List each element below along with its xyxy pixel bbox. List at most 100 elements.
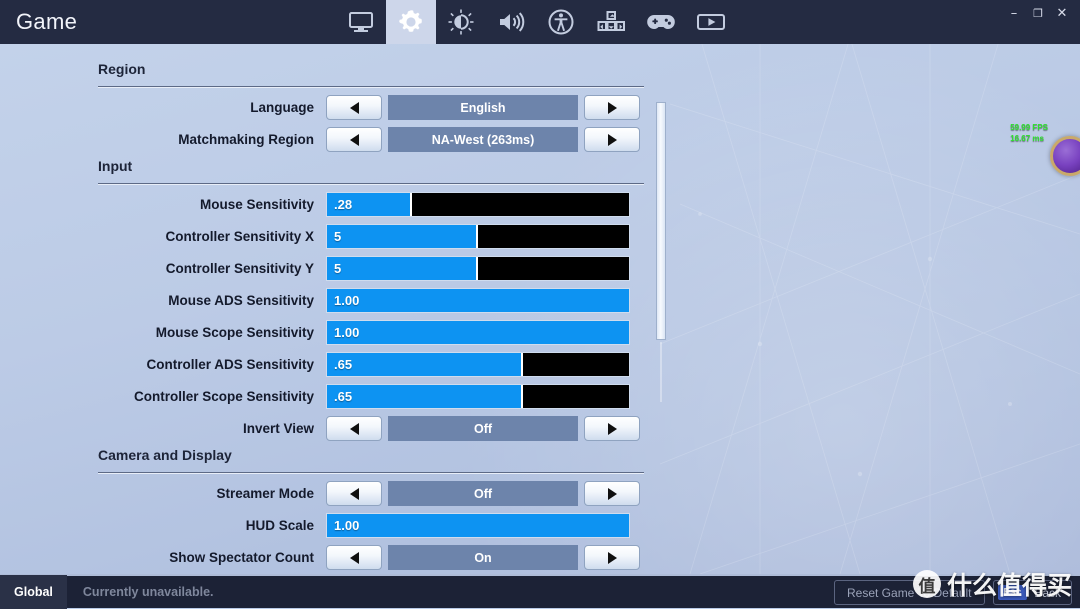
- setting-value[interactable]: NA-West (263ms): [388, 127, 578, 152]
- setting-slider[interactable]: 1.00: [326, 513, 630, 538]
- chat-scope-button[interactable]: Global: [0, 575, 67, 609]
- back-button[interactable]: Esc Back: [992, 580, 1072, 605]
- setting-slider[interactable]: .65: [326, 384, 630, 409]
- setting-control: Off: [326, 481, 640, 506]
- esc-key-badge: Esc: [997, 585, 1028, 600]
- bottom-actions: Reset Game To Default Esc Back: [834, 580, 1072, 605]
- setting-control: 5: [326, 256, 630, 281]
- setting-label: Controller Sensitivity X: [165, 229, 314, 244]
- chevron-left-icon: [349, 551, 359, 564]
- brightness-icon: [448, 9, 474, 35]
- section-header-region: Region: [98, 61, 146, 77]
- setting-control: English: [326, 95, 640, 120]
- setting-row-controller-scope-sensitivity: Controller Scope Sensitivity .65: [98, 381, 644, 412]
- setting-control: 5: [326, 224, 630, 249]
- setting-label: Controller ADS Sensitivity: [146, 357, 314, 372]
- scrollbar-thumb[interactable]: [656, 102, 666, 340]
- previous-option-button[interactable]: [326, 127, 382, 152]
- setting-slider[interactable]: 1.00: [326, 288, 630, 313]
- tab-input[interactable]: [586, 0, 636, 44]
- fps-value: 59.99 FPS: [1010, 123, 1048, 132]
- close-button[interactable]: ✕: [1050, 1, 1074, 25]
- next-option-button[interactable]: [584, 416, 640, 441]
- slider-value: 1.00: [334, 518, 360, 533]
- frametime-value: 16.67 ms: [1010, 134, 1044, 143]
- next-option-button[interactable]: [584, 127, 640, 152]
- setting-row-streamer-mode: Streamer Mode Off: [98, 478, 644, 509]
- reset-game-to-default-button[interactable]: Reset Game To Default: [834, 580, 985, 605]
- settings-tab-bar: [336, 0, 736, 44]
- setting-row-controller-sensitivity-y: Controller Sensitivity Y 5: [98, 253, 644, 284]
- setting-label: Controller Scope Sensitivity: [133, 389, 314, 404]
- tab-brightness[interactable]: [436, 0, 486, 44]
- setting-slider[interactable]: .65: [326, 352, 630, 377]
- chevron-right-icon: [607, 101, 617, 114]
- chevron-left-icon: [349, 422, 359, 435]
- tab-display[interactable]: [336, 0, 386, 44]
- slider-value: .65: [334, 389, 353, 404]
- fps-overlay: 59.99 FPS 16.67 ms: [1010, 122, 1048, 144]
- previous-option-button[interactable]: [326, 545, 382, 570]
- setting-slider[interactable]: 1.00: [326, 320, 630, 345]
- slider-value: 5: [334, 229, 342, 244]
- setting-slider[interactable]: .28: [326, 192, 630, 217]
- setting-slider[interactable]: 5: [326, 256, 630, 281]
- maximize-button[interactable]: ❐: [1026, 1, 1050, 25]
- minimize-button[interactable]: –: [1002, 1, 1026, 25]
- back-button-label: Back: [1034, 585, 1061, 600]
- slider-fill: [327, 257, 478, 280]
- settings-scrollbar[interactable]: [656, 102, 666, 402]
- title-bar: Game – ❐ ✕: [0, 0, 1080, 44]
- settings-panel: Region Language English Matchmaking Region N…: [98, 58, 644, 570]
- setting-control: NA-West (263ms): [326, 127, 640, 152]
- setting-row-mouse-scope-sensitivity: Mouse Scope Sensitivity 1.00: [98, 317, 644, 348]
- setting-value[interactable]: Off: [388, 481, 578, 506]
- tab-game[interactable]: [386, 0, 436, 44]
- chevron-right-icon: [607, 487, 617, 500]
- slider-fill: [327, 321, 629, 344]
- tab-controller[interactable]: [636, 0, 686, 44]
- scrollbar-track[interactable]: [660, 342, 662, 402]
- setting-label: HUD Scale: [245, 518, 314, 533]
- setting-value[interactable]: Off: [388, 416, 578, 441]
- section-divider: [98, 183, 644, 185]
- next-option-button[interactable]: [584, 481, 640, 506]
- setting-control: .28: [326, 192, 630, 217]
- tab-accessibility[interactable]: [536, 0, 586, 44]
- gamepad-icon: [646, 12, 676, 32]
- tab-replays[interactable]: [686, 0, 736, 44]
- section-divider: [98, 86, 644, 88]
- chevron-left-icon: [349, 101, 359, 114]
- setting-value[interactable]: On: [388, 545, 578, 570]
- previous-option-button[interactable]: [326, 95, 382, 120]
- next-option-button[interactable]: [584, 545, 640, 570]
- slider-fill: [327, 385, 524, 408]
- setting-slider[interactable]: 5: [326, 224, 630, 249]
- monitor-icon: [348, 10, 374, 34]
- slider-fill: [327, 289, 629, 312]
- slider-fill: [327, 225, 478, 248]
- setting-label: Streamer Mode: [216, 486, 314, 501]
- previous-option-button[interactable]: [326, 481, 382, 506]
- setting-row-invert-view: Invert View Off: [98, 413, 644, 444]
- chevron-right-icon: [607, 133, 617, 146]
- previous-option-button[interactable]: [326, 416, 382, 441]
- setting-value[interactable]: English: [388, 95, 578, 120]
- section-divider: [98, 472, 644, 474]
- setting-control: .65: [326, 384, 630, 409]
- setting-label: Mouse Scope Sensitivity: [155, 325, 314, 340]
- setting-label: Controller Sensitivity Y: [165, 261, 314, 276]
- setting-row-hud-scale: HUD Scale 1.00: [98, 510, 644, 541]
- next-option-button[interactable]: [584, 95, 640, 120]
- setting-control: Off: [326, 416, 640, 441]
- chevron-right-icon: [607, 551, 617, 564]
- setting-row-controller-sensitivity-x: Controller Sensitivity X 5: [98, 221, 644, 252]
- page-title: Game: [16, 9, 78, 34]
- gear-icon: [396, 7, 426, 37]
- speaker-icon: [497, 10, 525, 34]
- tab-audio[interactable]: [486, 0, 536, 44]
- chevron-left-icon: [349, 487, 359, 500]
- slider-value: 1.00: [334, 293, 360, 308]
- setting-label: Language: [250, 100, 314, 115]
- setting-label: Mouse ADS Sensitivity: [168, 293, 314, 308]
